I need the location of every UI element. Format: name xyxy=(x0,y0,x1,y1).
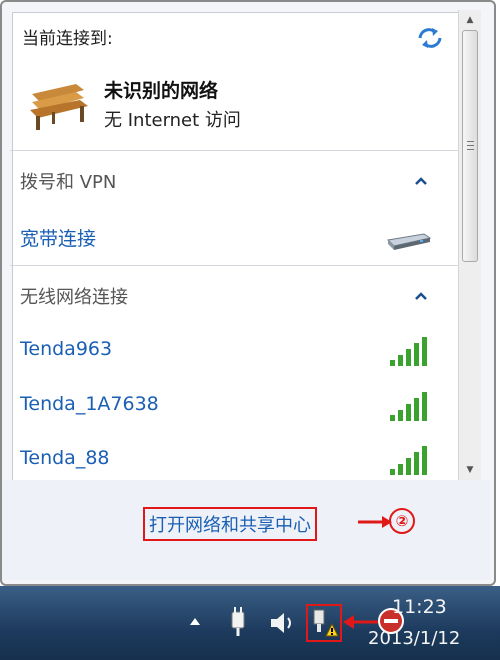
power-plug-icon[interactable] xyxy=(226,606,252,638)
network-status: 无 Internet 访问 xyxy=(104,110,241,131)
refresh-icon[interactable] xyxy=(414,24,446,52)
divider xyxy=(10,150,458,151)
signal-icon xyxy=(390,337,427,366)
section-title-wireless: 无线网络连接 xyxy=(20,287,128,308)
wifi-item[interactable]: Tenda_88 xyxy=(20,447,110,469)
collapse-icon[interactable] xyxy=(412,289,430,303)
scrollbar[interactable]: ▲ ▼ xyxy=(458,10,481,480)
scroll-thumb[interactable] xyxy=(462,30,478,262)
clock-date[interactable]: 2013/1/12 xyxy=(368,628,460,649)
step-badge: ② xyxy=(389,508,415,534)
modem-icon xyxy=(386,233,432,250)
signal-icon xyxy=(390,446,427,475)
connection-item-broadband[interactable]: 宽带连接 xyxy=(20,224,96,251)
grip-line xyxy=(467,149,474,150)
open-network-center-link[interactable]: 打开网络和共享中心 xyxy=(143,507,317,541)
wifi-item[interactable]: Tenda963 xyxy=(20,338,112,360)
tray-expand-icon[interactable] xyxy=(188,616,202,626)
divider xyxy=(10,265,458,266)
network-warning-icon[interactable] xyxy=(306,604,342,642)
grip-line xyxy=(467,141,474,142)
current-connection-header: 当前连接到: xyxy=(22,29,113,49)
signal-icon xyxy=(390,392,427,421)
scroll-down-icon[interactable]: ▼ xyxy=(462,462,478,478)
clock-time[interactable]: 11:23 xyxy=(392,596,447,618)
bench-icon xyxy=(30,84,88,130)
collapse-icon[interactable] xyxy=(412,174,430,188)
wifi-item[interactable]: Tenda_1A7638 xyxy=(20,393,159,415)
grip-line xyxy=(467,145,474,146)
section-title-dialup-vpn: 拨号和 VPN xyxy=(20,172,117,193)
volume-icon[interactable] xyxy=(268,610,296,636)
network-name: 未识别的网络 xyxy=(104,80,219,102)
network-warning-glyph xyxy=(313,609,339,637)
scroll-up-icon[interactable]: ▲ xyxy=(462,12,478,28)
